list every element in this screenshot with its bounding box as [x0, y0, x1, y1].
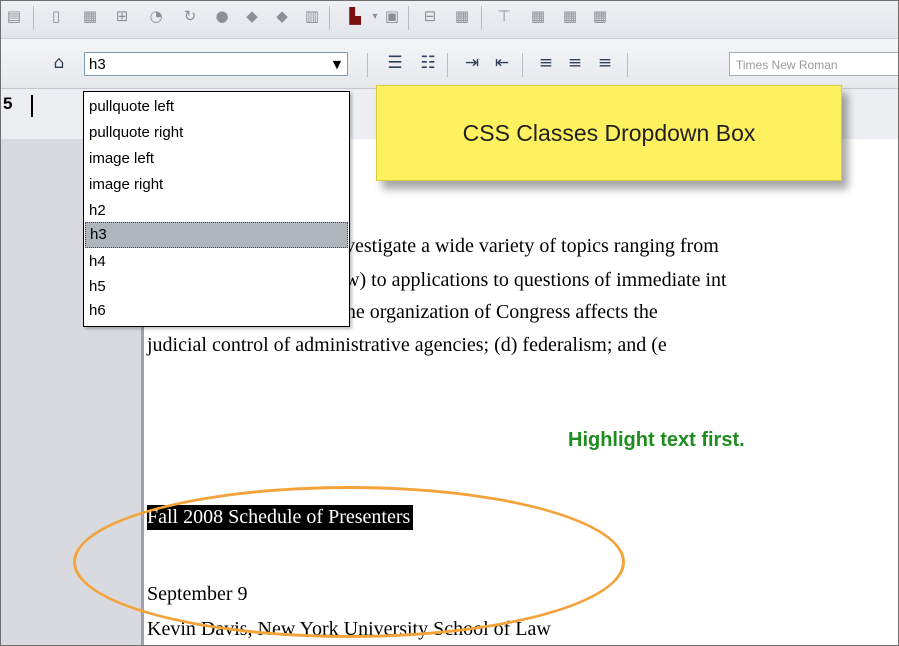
table-insert-icon[interactable]: ⊟ — [421, 7, 439, 25]
highlight-hint: Highlight text first. — [568, 429, 745, 451]
css-class-dropdown-list[interactable]: pullquote left pullquote right image lef… — [83, 91, 350, 327]
toolbar-format: ⌂ h3 ▼ ☰ ☷ ⇥ ⇤ ≡ ≡ ≡ Times New Roman — [1, 39, 898, 89]
dropdown-option[interactable]: pullquote left — [85, 94, 348, 120]
image-tool-icon[interactable]: ◔ — [147, 7, 165, 25]
indent-icon[interactable]: ⇥ — [461, 52, 483, 74]
columns-icon[interactable]: ▥ — [303, 7, 321, 25]
page-icon[interactable]: ▯ — [47, 7, 65, 25]
paragraph-line: judicial control of administrative agenc… — [147, 334, 667, 356]
outdent-icon[interactable]: ⇤ — [491, 52, 513, 74]
merge-icon[interactable]: ▦ — [529, 7, 547, 25]
paragraph-line: w) to applications to questions of immed… — [345, 269, 727, 291]
toolbar-separator — [522, 53, 523, 77]
font-name-select[interactable]: Times New Roman — [729, 52, 898, 76]
selected-heading-text[interactable]: Fall 2008 Schedule of Presenters — [147, 505, 414, 530]
font-name-value: Times New Roman — [736, 58, 838, 72]
dropdown-option[interactable]: h5 — [85, 274, 348, 300]
dropdown-option[interactable]: image right — [85, 172, 348, 198]
toolbar-separator — [329, 6, 330, 30]
toolbar-separator — [408, 6, 409, 30]
editor-window: ▤ ▯ ▦ ⊞ ◔ ↻ ● ◆ ◆ ▥ ▙ ▾ ▣ ⊟ ▦ ⊤ ▦ ▦ ▦ ⌂ … — [0, 0, 899, 646]
ruler-marker — [31, 95, 33, 117]
style-icon[interactable]: ⌂ — [48, 52, 70, 74]
align-left-icon[interactable]: ≡ — [535, 52, 557, 74]
grid2-icon[interactable]: ▦ — [591, 7, 609, 25]
dropdown-option[interactable]: pullquote right — [85, 120, 348, 146]
refresh-icon[interactable]: ↻ — [181, 7, 199, 25]
info-icon[interactable]: ● — [213, 7, 231, 25]
align-right-icon[interactable]: ≡ — [594, 52, 616, 74]
dropdown-arrow-icon[interactable]: ▾ — [366, 7, 384, 25]
insert-icon[interactable]: ⊞ — [113, 7, 131, 25]
cell-icon[interactable]: ⊤ — [495, 7, 513, 25]
css-class-value: h3 — [89, 56, 106, 73]
toolbar-separator — [367, 53, 368, 77]
color-picker-icon[interactable]: ▙ — [346, 7, 364, 25]
numbered-list-icon[interactable]: ☰ — [384, 52, 406, 74]
chevron-down-icon[interactable]: ▼ — [327, 53, 347, 75]
dropdown-option[interactable]: h4 — [85, 249, 348, 275]
toolbar-separator — [627, 53, 628, 77]
toolbar-separator — [481, 6, 482, 30]
ruler-number: 5 — [3, 94, 13, 113]
paragraph-line: vestigate a wide variety of topics rangi… — [345, 235, 719, 257]
annotation-callout: CSS Classes Dropdown Box — [376, 85, 842, 181]
split-icon[interactable]: ▦ — [561, 7, 579, 25]
dropdown-option[interactable]: image left — [85, 146, 348, 172]
align-center-icon[interactable]: ≡ — [564, 52, 586, 74]
table-icon[interactable]: ▣ — [383, 7, 401, 25]
dropdown-option[interactable]: h2 — [85, 198, 348, 224]
toolbar-top: ▤ ▯ ▦ ⊞ ◔ ↻ ● ◆ ◆ ▥ ▙ ▾ ▣ ⊟ ▦ ⊤ ▦ ▦ ▦ — [1, 1, 898, 39]
callout-text: CSS Classes Dropdown Box — [462, 119, 756, 146]
bullet-list-icon[interactable]: ☷ — [417, 52, 439, 74]
date-line: September 9 — [147, 583, 248, 605]
left-arrow-icon[interactable]: ◆ — [243, 7, 261, 25]
toolbar-separator — [33, 6, 34, 30]
table-delete-icon[interactable]: ▦ — [453, 7, 471, 25]
dropdown-option-selected[interactable]: h3 — [85, 222, 348, 248]
toolbar-separator — [447, 53, 448, 77]
right-arrow-icon[interactable]: ◆ — [273, 7, 291, 25]
grid-icon[interactable]: ▦ — [81, 7, 99, 25]
dropdown-option[interactable]: h6 — [85, 298, 348, 324]
presenter-line: Kevin Davis, New York University School … — [147, 618, 551, 640]
table-props-icon[interactable]: ▤ — [5, 7, 23, 25]
css-class-select[interactable]: h3 ▼ — [84, 52, 348, 76]
